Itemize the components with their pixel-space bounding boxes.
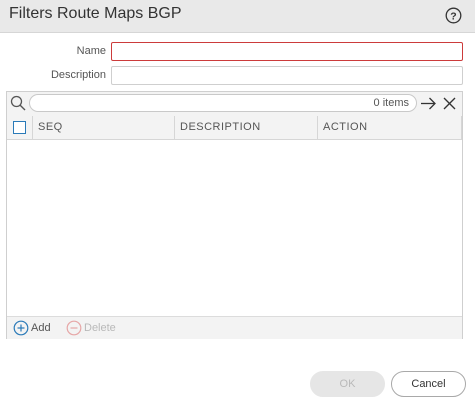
description-label: Description	[50, 69, 106, 81]
arrow-right-icon[interactable]	[420, 96, 437, 111]
grid-footer: Add Delete	[7, 316, 462, 339]
dialog-header: Filters Route Maps BGP ?	[0, 0, 475, 33]
delete-button[interactable]: Delete	[66, 320, 126, 336]
svg-text:?: ?	[450, 10, 456, 22]
plus-circle-icon	[13, 320, 29, 336]
ok-button[interactable]: OK	[310, 371, 385, 397]
delete-label: Delete	[84, 322, 116, 334]
add-button[interactable]: Add	[13, 320, 63, 336]
items-count: 0 items	[373, 97, 409, 109]
dialog-title: Filters Route Maps BGP	[9, 5, 182, 22]
name-input[interactable]	[111, 42, 463, 61]
add-label: Add	[31, 322, 51, 334]
column-header-description[interactable]: DESCRIPTION	[175, 116, 318, 140]
cancel-button[interactable]: Cancel	[391, 371, 466, 397]
column-header-seq[interactable]: SEQ	[33, 116, 175, 140]
description-input[interactable]	[111, 66, 463, 85]
name-label: Name	[76, 45, 106, 57]
help-icon[interactable]: ?	[445, 7, 462, 24]
select-all-column	[7, 116, 33, 140]
column-header-action[interactable]: ACTION	[318, 116, 462, 140]
route-maps-grid: 0 items SEQ DESCRIPTION ACTION Add Delet…	[6, 91, 463, 339]
search-icon	[10, 95, 26, 111]
select-all-checkbox[interactable]	[13, 121, 26, 134]
grid-toolbar: 0 items	[7, 92, 462, 116]
search-input[interactable]: 0 items	[29, 94, 417, 112]
close-icon[interactable]	[443, 97, 456, 110]
minus-circle-icon	[66, 320, 82, 336]
